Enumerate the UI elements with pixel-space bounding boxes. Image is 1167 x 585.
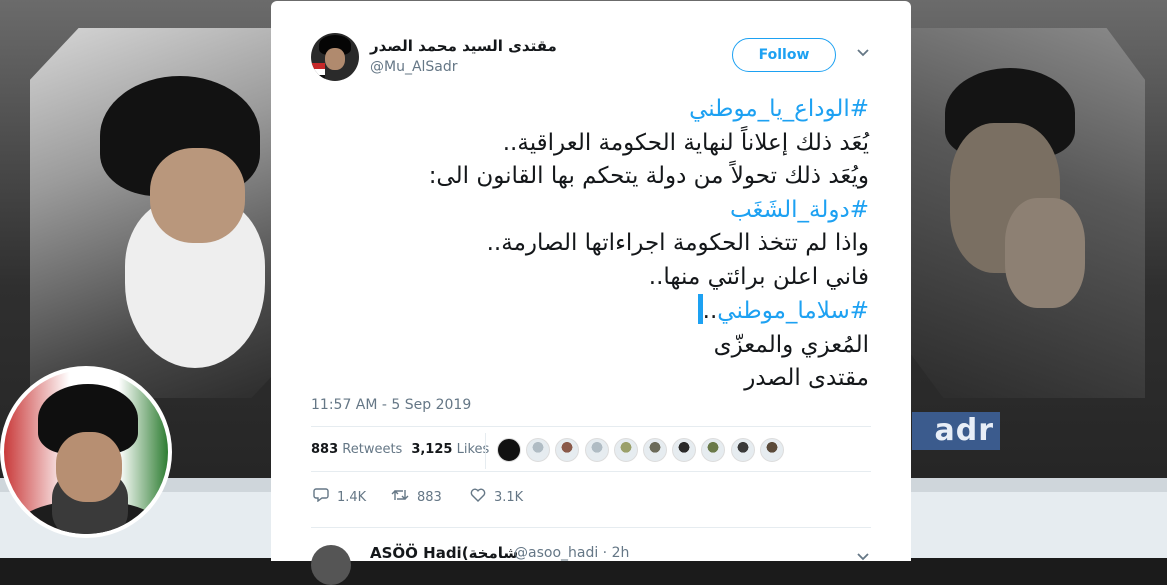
tweet-text: #الوداع_يا_موطني يُعَد ذلك إعلاناً لنهاي… — [301, 93, 869, 396]
tweet-line: المُعزي والمعزّى — [713, 331, 869, 358]
reply-author-handle[interactable]: @asoo_hadi · 2h — [514, 545, 629, 561]
tweet-timestamp[interactable]: 11:57 AM - 5 Sep 2019 — [311, 397, 471, 413]
liker-avatar[interactable] — [526, 438, 551, 462]
likes-stat[interactable]: 3,125 Likes — [411, 442, 489, 457]
likes-count: 3,125 — [411, 442, 453, 457]
retweets-stat[interactable]: 883 Retweets — [311, 442, 402, 457]
author-avatar[interactable] — [311, 33, 359, 81]
liker-avatar[interactable] — [555, 438, 580, 462]
liker-avatar[interactable] — [613, 438, 638, 462]
like-action[interactable]: 3.1K — [470, 487, 523, 506]
retweet-count: 883 — [417, 490, 442, 505]
follow-button[interactable]: Follow — [732, 38, 836, 72]
banner-left-portrait — [30, 28, 300, 398]
tweet-line-hashtag: #سلاما_موطني.. — [301, 294, 869, 329]
liker-avatar[interactable] — [497, 438, 521, 462]
tweet-line: واذا لم تتخذ الحكومة اجراءاتها الصارمة.. — [486, 230, 869, 256]
hashtag-link[interactable]: #دولة_الشَغَب — [301, 194, 869, 228]
liker-avatar[interactable] — [759, 438, 784, 462]
liker-avatar[interactable] — [584, 438, 609, 462]
banner-sadr-label: adr — [912, 412, 1000, 450]
divider — [311, 471, 871, 472]
liker-avatar[interactable] — [701, 438, 726, 462]
tweet-line: يُعَد ذلك إعلاناً لنهاية الحكومة العراقي… — [502, 129, 869, 156]
banner-right-portrait — [905, 28, 1145, 398]
retweets-count: 883 — [311, 442, 339, 457]
chevron-down-icon[interactable] — [856, 45, 870, 59]
hashtag-link[interactable]: #سلاما_موطني — [717, 298, 869, 324]
tweet-line: ويُعَد ذلك تحولاً من دولة يتحكم بها القا… — [428, 163, 869, 189]
reply-author-avatar[interactable] — [311, 545, 351, 585]
tweet-card: مقتدى السيد محمد الصدر @Mu_AlSadr Follow… — [271, 1, 911, 585]
liker-avatar[interactable] — [643, 438, 667, 462]
divider — [311, 426, 871, 427]
retweet-action[interactable]: 883 — [391, 487, 442, 506]
divider — [311, 527, 871, 528]
like-count: 3.1K — [494, 490, 524, 505]
divider — [485, 433, 486, 469]
reply-action[interactable]: 1.4K — [313, 487, 366, 506]
chevron-down-icon[interactable] — [856, 549, 870, 567]
retweets-label: Retweets — [342, 442, 403, 457]
reply-count: 1.4K — [337, 490, 367, 505]
profile-avatar[interactable] — [0, 366, 172, 538]
tweet-line: فاني اعلن برائتي منها.. — [648, 263, 869, 290]
liker-avatar[interactable] — [730, 438, 755, 462]
reply-author-name[interactable]: ASÖÖ Hadi(شامخة — [370, 544, 518, 562]
author-name[interactable]: مقتدى السيد محمد الصدر — [370, 37, 557, 55]
reply-icon — [313, 487, 329, 506]
heart-icon — [470, 487, 486, 506]
retweet-icon — [391, 487, 409, 506]
hashtag-suffix: .. — [702, 298, 718, 324]
tweet-line: مقتدى الصدر — [744, 365, 869, 391]
hashtag-link[interactable]: #الوداع_يا_موطني — [301, 93, 869, 127]
author-handle[interactable]: @Mu_AlSadr — [370, 59, 458, 75]
tweet-stats: 883 Retweets 3,125 Likes — [311, 442, 489, 457]
liker-avatar[interactable] — [672, 438, 697, 462]
